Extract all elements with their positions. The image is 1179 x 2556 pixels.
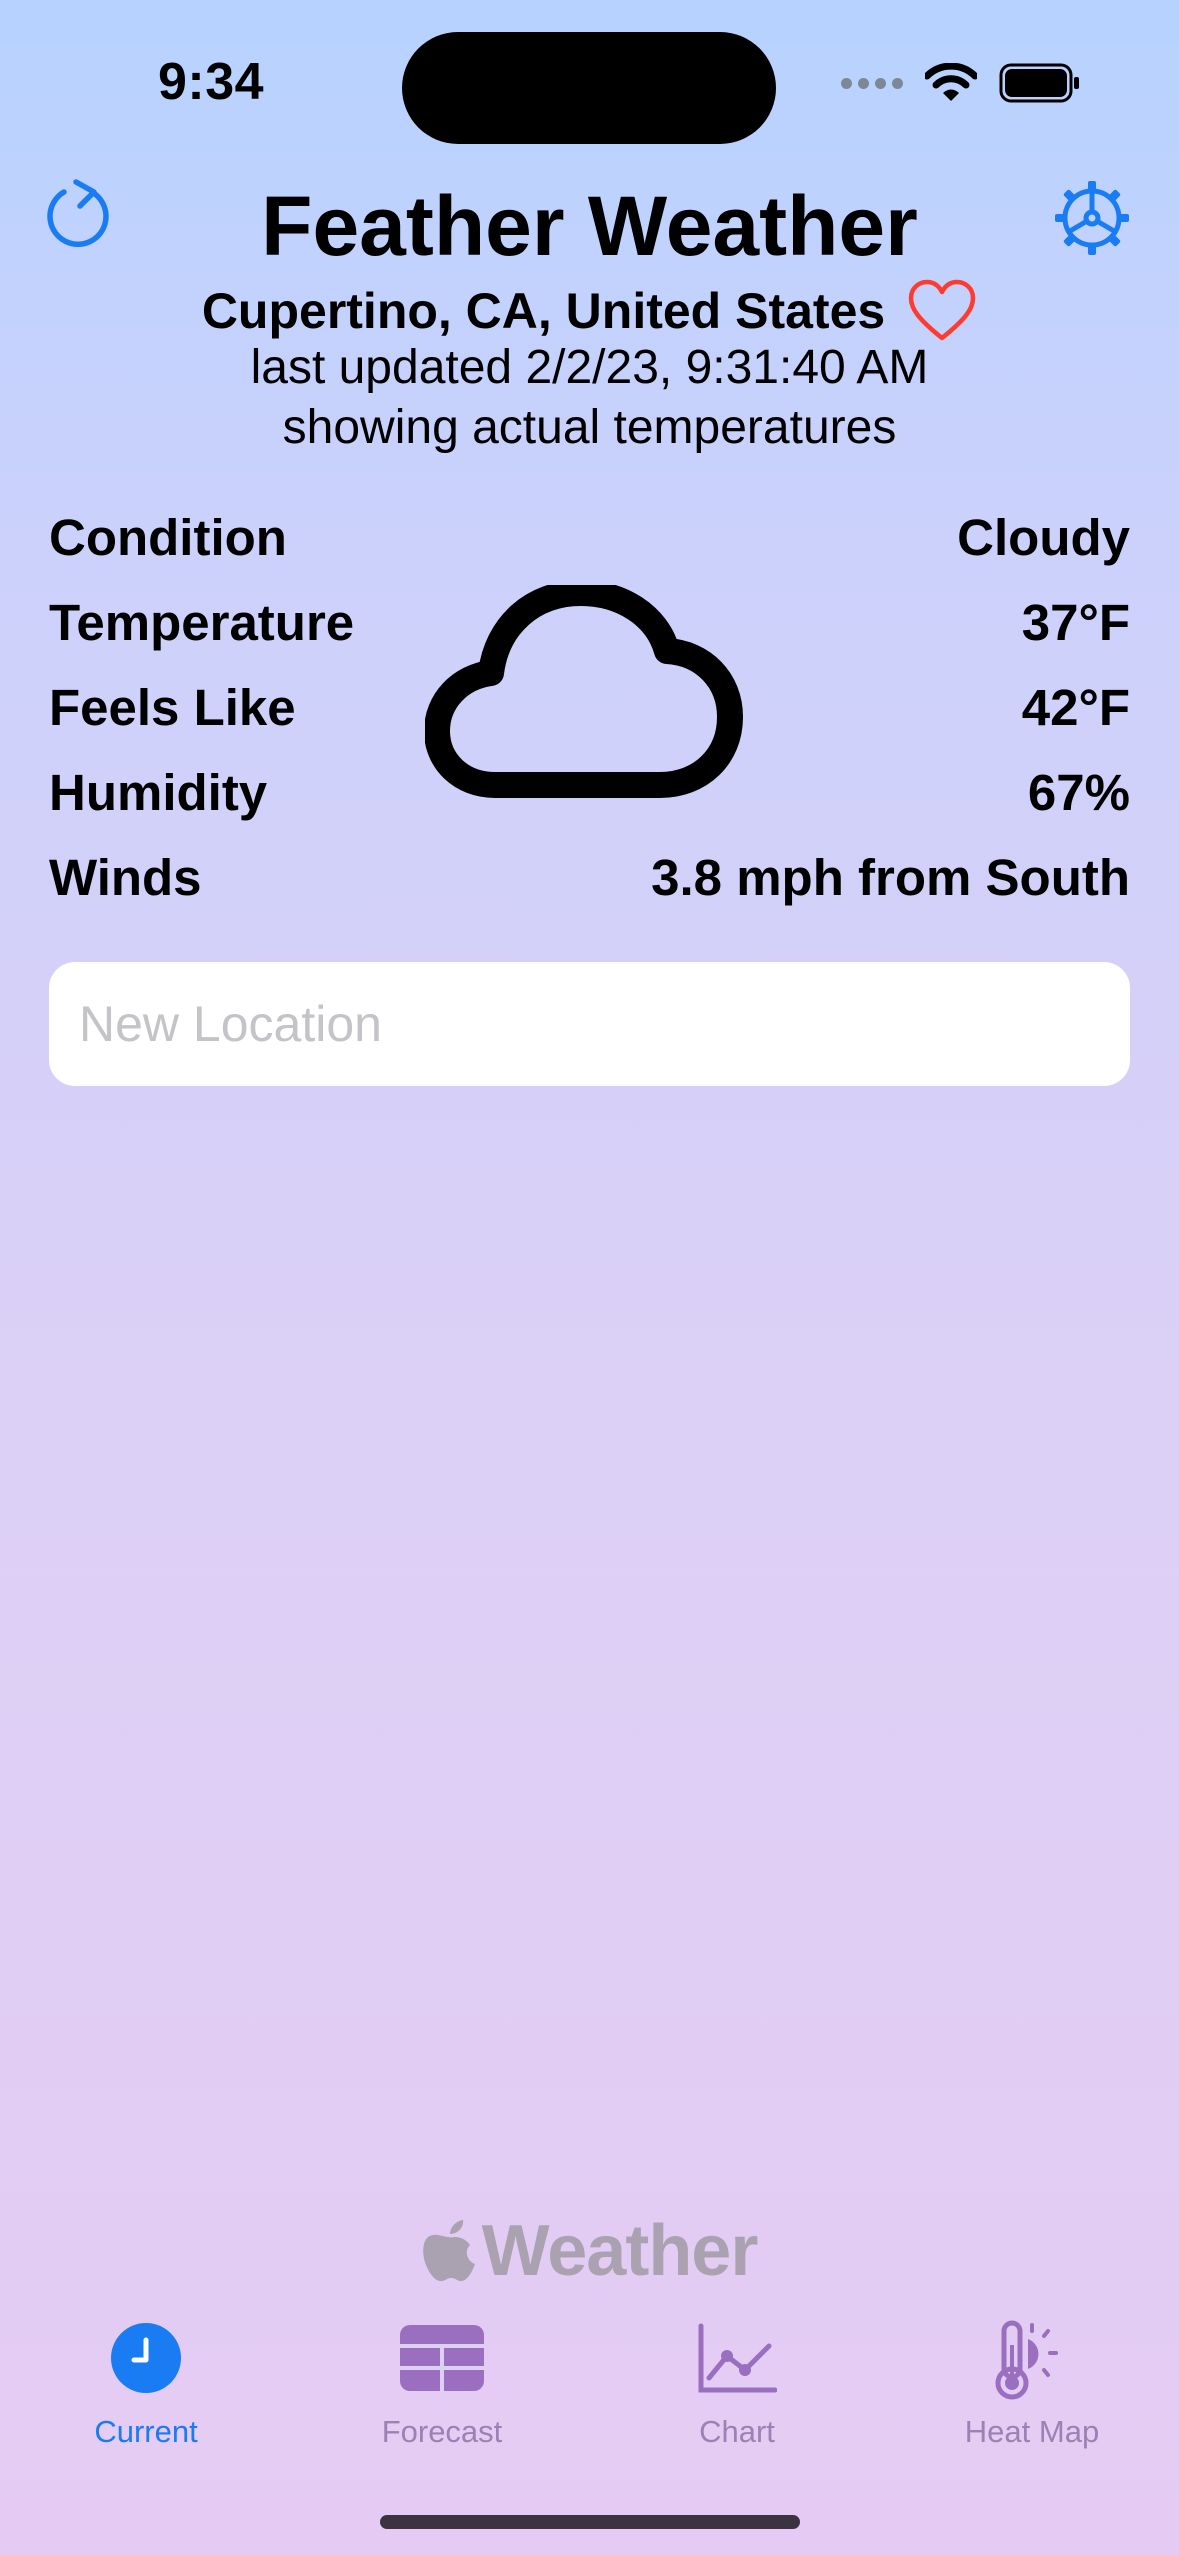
condition-row: Condition Cloudy [49,502,1130,572]
cloud-icon [425,585,743,798]
favorite-heart-icon[interactable] [907,278,977,344]
thermometer-sun-icon [995,2320,1058,2400]
gear-icon [1055,181,1129,255]
tab-forecast[interactable]: Forecast [322,2318,562,2450]
tab-current-label: Current [94,2414,198,2449]
humidity-label: Humidity [49,763,268,821]
tab-chart-label: Chart [699,2414,775,2449]
status-time: 9:34 [158,53,265,111]
apple-logo-icon [422,2220,475,2282]
condition-value: Cloudy [957,508,1130,566]
wifi-icon [925,63,977,101]
dynamic-island [402,32,776,144]
tab-current[interactable]: Current [26,2318,266,2450]
battery-icon [999,63,1079,103]
settings-button[interactable] [1050,176,1134,260]
humidity-value: 67% [1027,763,1130,821]
temperature-value: 37°F [1021,593,1130,651]
new-location-input[interactable] [49,962,1130,1086]
line-chart-icon [698,2323,777,2393]
location-name: Cupertino, CA, United States [201,283,886,339]
feels-like-label: Feels Like [49,678,296,736]
tab-forecast-label: Forecast [381,2414,503,2449]
tab-heat-map[interactable]: Heat Map [912,2318,1152,2450]
clock-icon [111,2323,181,2393]
winds-row: Winds 3.8 mph from South [49,842,1130,912]
status-indicators [841,62,1081,104]
condition-label: Condition [49,508,287,566]
attribution-text: Weather [481,2211,759,2291]
cellular-dots-icon [841,77,903,89]
winds-label: Winds [49,848,202,906]
last-updated-text: last updated 2/2/23, 9:31:40 AM [250,341,929,394]
temperature-mode-text: showing actual temperatures [282,401,897,454]
feels-like-value: 42°F [1021,678,1130,736]
tab-chart[interactable]: Chart [617,2318,857,2450]
tab-heat-map-label: Heat Map [964,2414,1100,2449]
table-icon [400,2325,484,2391]
home-indicator[interactable] [380,2515,800,2529]
weather-attribution[interactable]: Weather [0,2210,1179,2292]
winds-value: 3.8 mph from South [651,848,1130,906]
temperature-label: Temperature [49,593,355,651]
app-title: Feather Weather [261,179,918,273]
location-row: Cupertino, CA, United States [0,278,1179,344]
